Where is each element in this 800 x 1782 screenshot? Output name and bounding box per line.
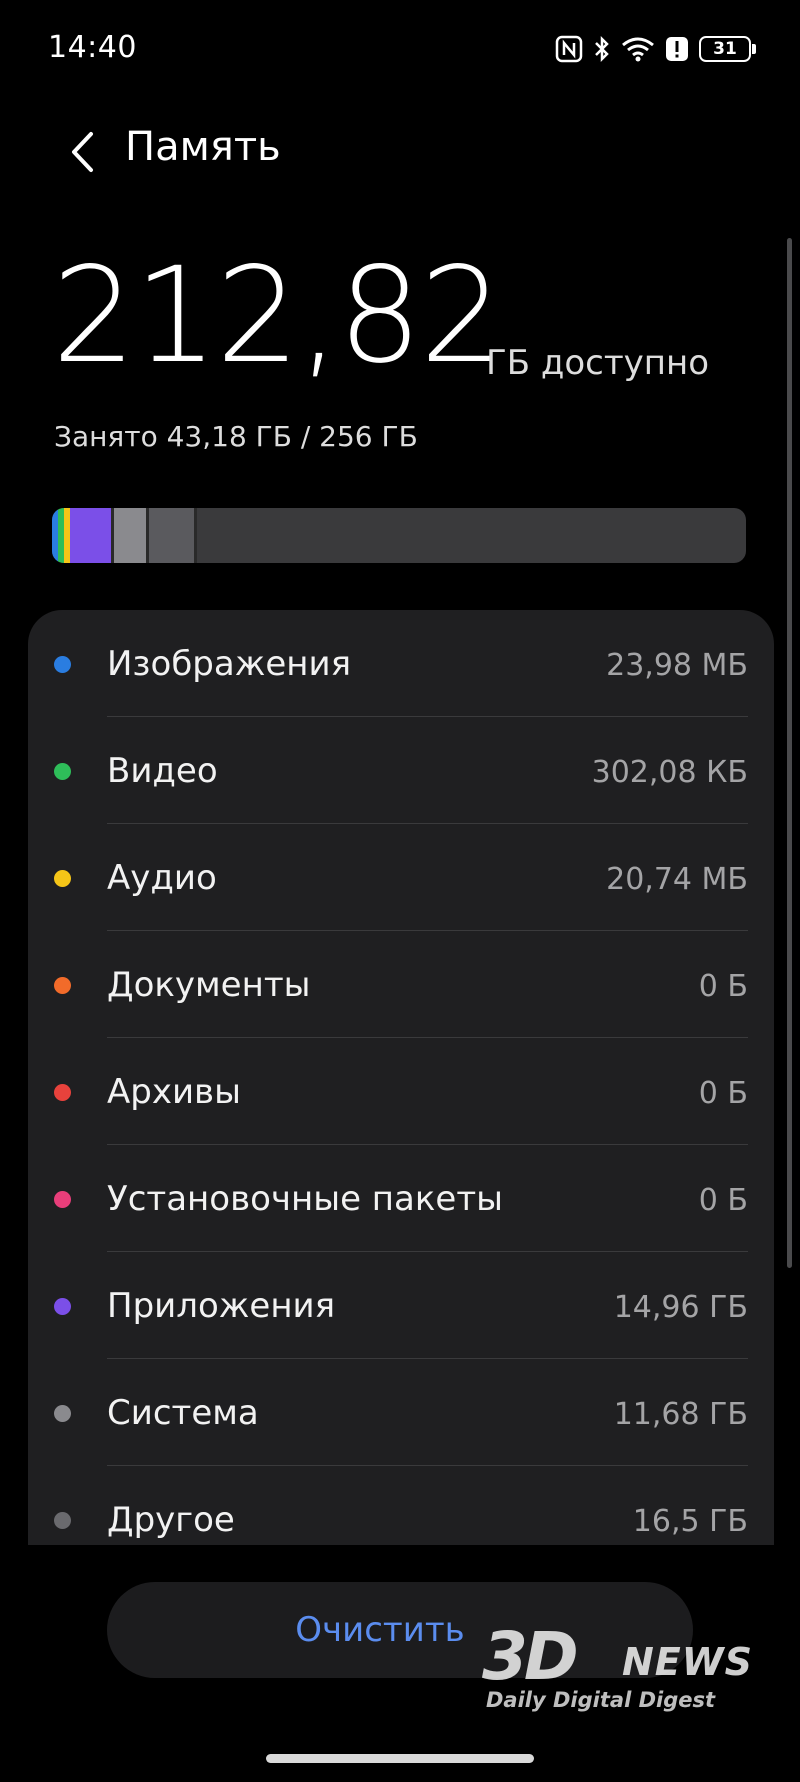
category-color-dot <box>54 1084 71 1101</box>
nfc-icon <box>555 35 583 63</box>
home-indicator[interactable] <box>266 1754 534 1763</box>
available-unit: ГБ доступно <box>486 343 710 383</box>
category-label: Установочные пакеты <box>107 1179 503 1219</box>
scrollbar[interactable] <box>787 238 792 1268</box>
chevron-left-icon <box>72 132 93 172</box>
storage-bar-segment <box>149 508 194 563</box>
watermark-tagline: Daily Digital Digest <box>486 1688 716 1712</box>
battery-level: 31 <box>699 36 751 62</box>
category-size: 0 Б <box>698 969 748 1004</box>
category-label: Система <box>107 1393 259 1433</box>
page-title: Память <box>125 124 281 170</box>
list-item[interactable]: Аудио 20,74 МБ <box>28 824 774 931</box>
alert-icon <box>665 35 689 63</box>
clean-button-label: Очистить <box>295 1610 465 1650</box>
category-color-dot <box>54 977 71 994</box>
wifi-icon <box>621 35 655 63</box>
list-item[interactable]: Документы 0 Б <box>28 931 774 1038</box>
list-item[interactable]: Архивы 0 Б <box>28 1038 774 1145</box>
category-label: Приложения <box>107 1286 336 1326</box>
storage-bar-segment <box>114 508 146 563</box>
category-size: 11,68 ГБ <box>613 1397 748 1432</box>
category-label: Аудио <box>107 858 217 898</box>
category-size: 20,74 МБ <box>606 862 748 897</box>
status-time: 14:40 <box>48 30 137 65</box>
list-item[interactable]: Приложения 14,96 ГБ <box>28 1252 774 1359</box>
list-item[interactable]: Система 11,68 ГБ <box>28 1359 774 1466</box>
category-size: 0 Б <box>698 1076 748 1111</box>
category-size: 16,5 ГБ <box>632 1504 748 1539</box>
category-color-dot <box>54 1191 71 1208</box>
list-item[interactable]: Другое 16,5 ГБ <box>28 1466 774 1545</box>
list-item[interactable]: Установочные пакеты 0 Б <box>28 1145 774 1252</box>
category-list: Изображения 23,98 МБ Видео 302,08 КБ Аудио 20… <box>28 610 774 1545</box>
category-color-dot <box>54 656 71 673</box>
category-color-dot <box>54 870 71 887</box>
watermark-logo: 3D NEWS Daily Digital Digest <box>482 1618 752 1718</box>
battery-icon: 31 <box>699 36 756 62</box>
category-size: 302,08 КБ <box>591 755 748 790</box>
storage-bar-segment <box>70 508 111 563</box>
watermark-brand: NEWS <box>622 1640 754 1684</box>
category-size: 0 Б <box>698 1183 748 1218</box>
category-label: Видео <box>107 751 218 791</box>
category-color-dot <box>54 1298 71 1315</box>
category-label: Документы <box>107 965 311 1005</box>
available-value: 212,82 <box>52 239 504 393</box>
list-item[interactable]: Изображения 23,98 МБ <box>28 610 774 717</box>
category-label: Архивы <box>107 1072 241 1112</box>
watermark-logo-mark: 3D <box>482 1618 579 1695</box>
category-color-dot <box>54 1512 71 1529</box>
status-bar: 14:40 31 <box>0 0 800 100</box>
category-color-dot <box>54 763 71 780</box>
bluetooth-icon <box>593 35 611 63</box>
storage-bar-separator <box>194 508 197 563</box>
category-color-dot <box>54 1405 71 1422</box>
category-label: Изображения <box>107 644 352 684</box>
category-label: Другое <box>107 1500 235 1540</box>
list-item[interactable]: Видео 302,08 КБ <box>28 717 774 824</box>
storage-usage-bar <box>52 508 746 563</box>
category-size: 23,98 МБ <box>606 648 748 683</box>
category-size: 14,96 ГБ <box>613 1290 748 1325</box>
status-icons: 31 <box>555 32 756 66</box>
used-storage-text: Занято 43,18 ГБ / 256 ГБ <box>54 420 418 453</box>
back-button[interactable] <box>54 120 110 184</box>
